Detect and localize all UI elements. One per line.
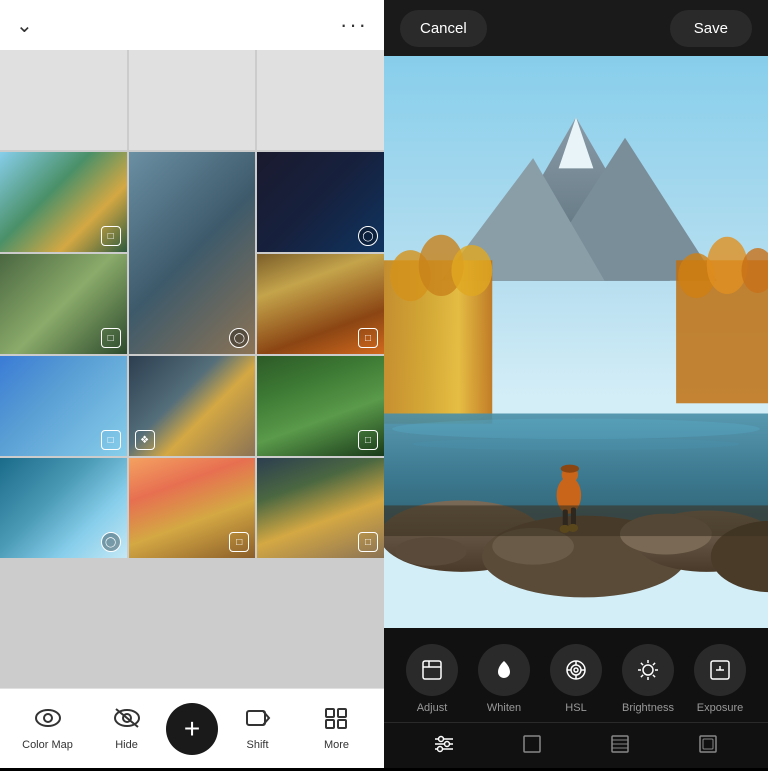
grid-icon [324, 707, 350, 735]
grid-cell[interactable] [257, 50, 384, 150]
grid-cell[interactable]: □ [257, 458, 384, 558]
tools-row: Adjust Whiten [384, 636, 768, 722]
brightness-icon [622, 644, 674, 696]
grid-cell[interactable]: ◯ [257, 152, 384, 252]
left-header: ⌄ ··· [0, 0, 384, 50]
instagram-icon: □ [101, 328, 121, 348]
instagram-icon: □ [229, 532, 249, 552]
eye-off-icon [114, 707, 140, 735]
shift-label: Shift [246, 739, 268, 751]
hsl-label: HSL [565, 702, 586, 714]
grid-cell[interactable]: □ [257, 356, 384, 456]
save-button[interactable]: Save [670, 10, 752, 47]
grid-cell[interactable]: □ [0, 356, 127, 456]
hide-button[interactable]: Hide [87, 707, 166, 751]
exposure-tool[interactable]: Exposure [684, 644, 756, 714]
instagram-icon: □ [101, 430, 121, 450]
chevron-down-icon[interactable]: ⌄ [16, 13, 33, 38]
adjust-label: Adjust [417, 702, 448, 714]
whiten-icon [478, 644, 530, 696]
more-button[interactable]: More [297, 707, 376, 751]
color-map-label: Color Map [22, 739, 73, 751]
left-bottom-bar: Color Map Hide + Shift [0, 688, 384, 768]
whiten-label: Whiten [487, 702, 521, 714]
frame-control[interactable] [689, 729, 727, 765]
exposure-label: Exposure [697, 702, 743, 714]
bottom-controls [384, 722, 768, 771]
shift-icon [245, 707, 271, 735]
stories-icon: ◯ [101, 532, 121, 552]
hide-label: Hide [115, 739, 138, 751]
right-header: Cancel Save [384, 0, 768, 56]
sliders-control[interactable] [425, 729, 463, 765]
main-photo [384, 56, 768, 628]
left-panel: ⌄ ··· □ ◯ ◯ □ □ [0, 0, 384, 768]
grid-cell[interactable]: □ [129, 458, 256, 558]
hsl-icon [550, 644, 602, 696]
stories-icon: ◯ [358, 226, 378, 246]
hsl-tool[interactable]: HSL [540, 644, 612, 714]
grid-cell[interactable]: ◯ [0, 458, 127, 558]
eye-icon [35, 707, 61, 735]
shift-button[interactable]: Shift [218, 707, 297, 751]
add-button[interactable]: + [166, 703, 218, 755]
crop-control[interactable] [513, 729, 551, 765]
grid-cell[interactable] [0, 50, 127, 150]
grid-cell[interactable]: □ [0, 152, 127, 252]
grid-cell[interactable]: □ [257, 254, 384, 354]
bookmark-icon: ❖ [135, 430, 155, 450]
brightness-label: Brightness [622, 702, 674, 714]
right-tools: Adjust Whiten [384, 628, 768, 768]
whiten-tool[interactable]: Whiten [468, 644, 540, 714]
cancel-button[interactable]: Cancel [400, 10, 487, 47]
grid-cell[interactable]: ◯ [129, 152, 256, 354]
grid-cell[interactable]: □ [0, 254, 127, 354]
color-map-button[interactable]: Color Map [8, 707, 87, 751]
more-label: More [324, 739, 349, 751]
instagram-icon: □ [358, 430, 378, 450]
adjust-tool[interactable]: Adjust [396, 644, 468, 714]
instagram-icon: □ [358, 328, 378, 348]
brightness-tool[interactable]: Brightness [612, 644, 684, 714]
grid-cell[interactable] [129, 50, 256, 150]
grid-cell[interactable]: ❖ [129, 356, 256, 456]
plus-icon: + [184, 713, 200, 745]
instagram-icon: □ [101, 226, 121, 246]
photo-grid: □ ◯ ◯ □ □ □ ❖ □ [0, 50, 384, 688]
adjust-icon [406, 644, 458, 696]
exposure-icon [694, 644, 746, 696]
right-panel: Cancel Save [384, 0, 768, 768]
more-options-icon[interactable]: ··· [340, 12, 368, 38]
instagram-icon: □ [358, 532, 378, 552]
texture-control[interactable] [601, 729, 639, 765]
